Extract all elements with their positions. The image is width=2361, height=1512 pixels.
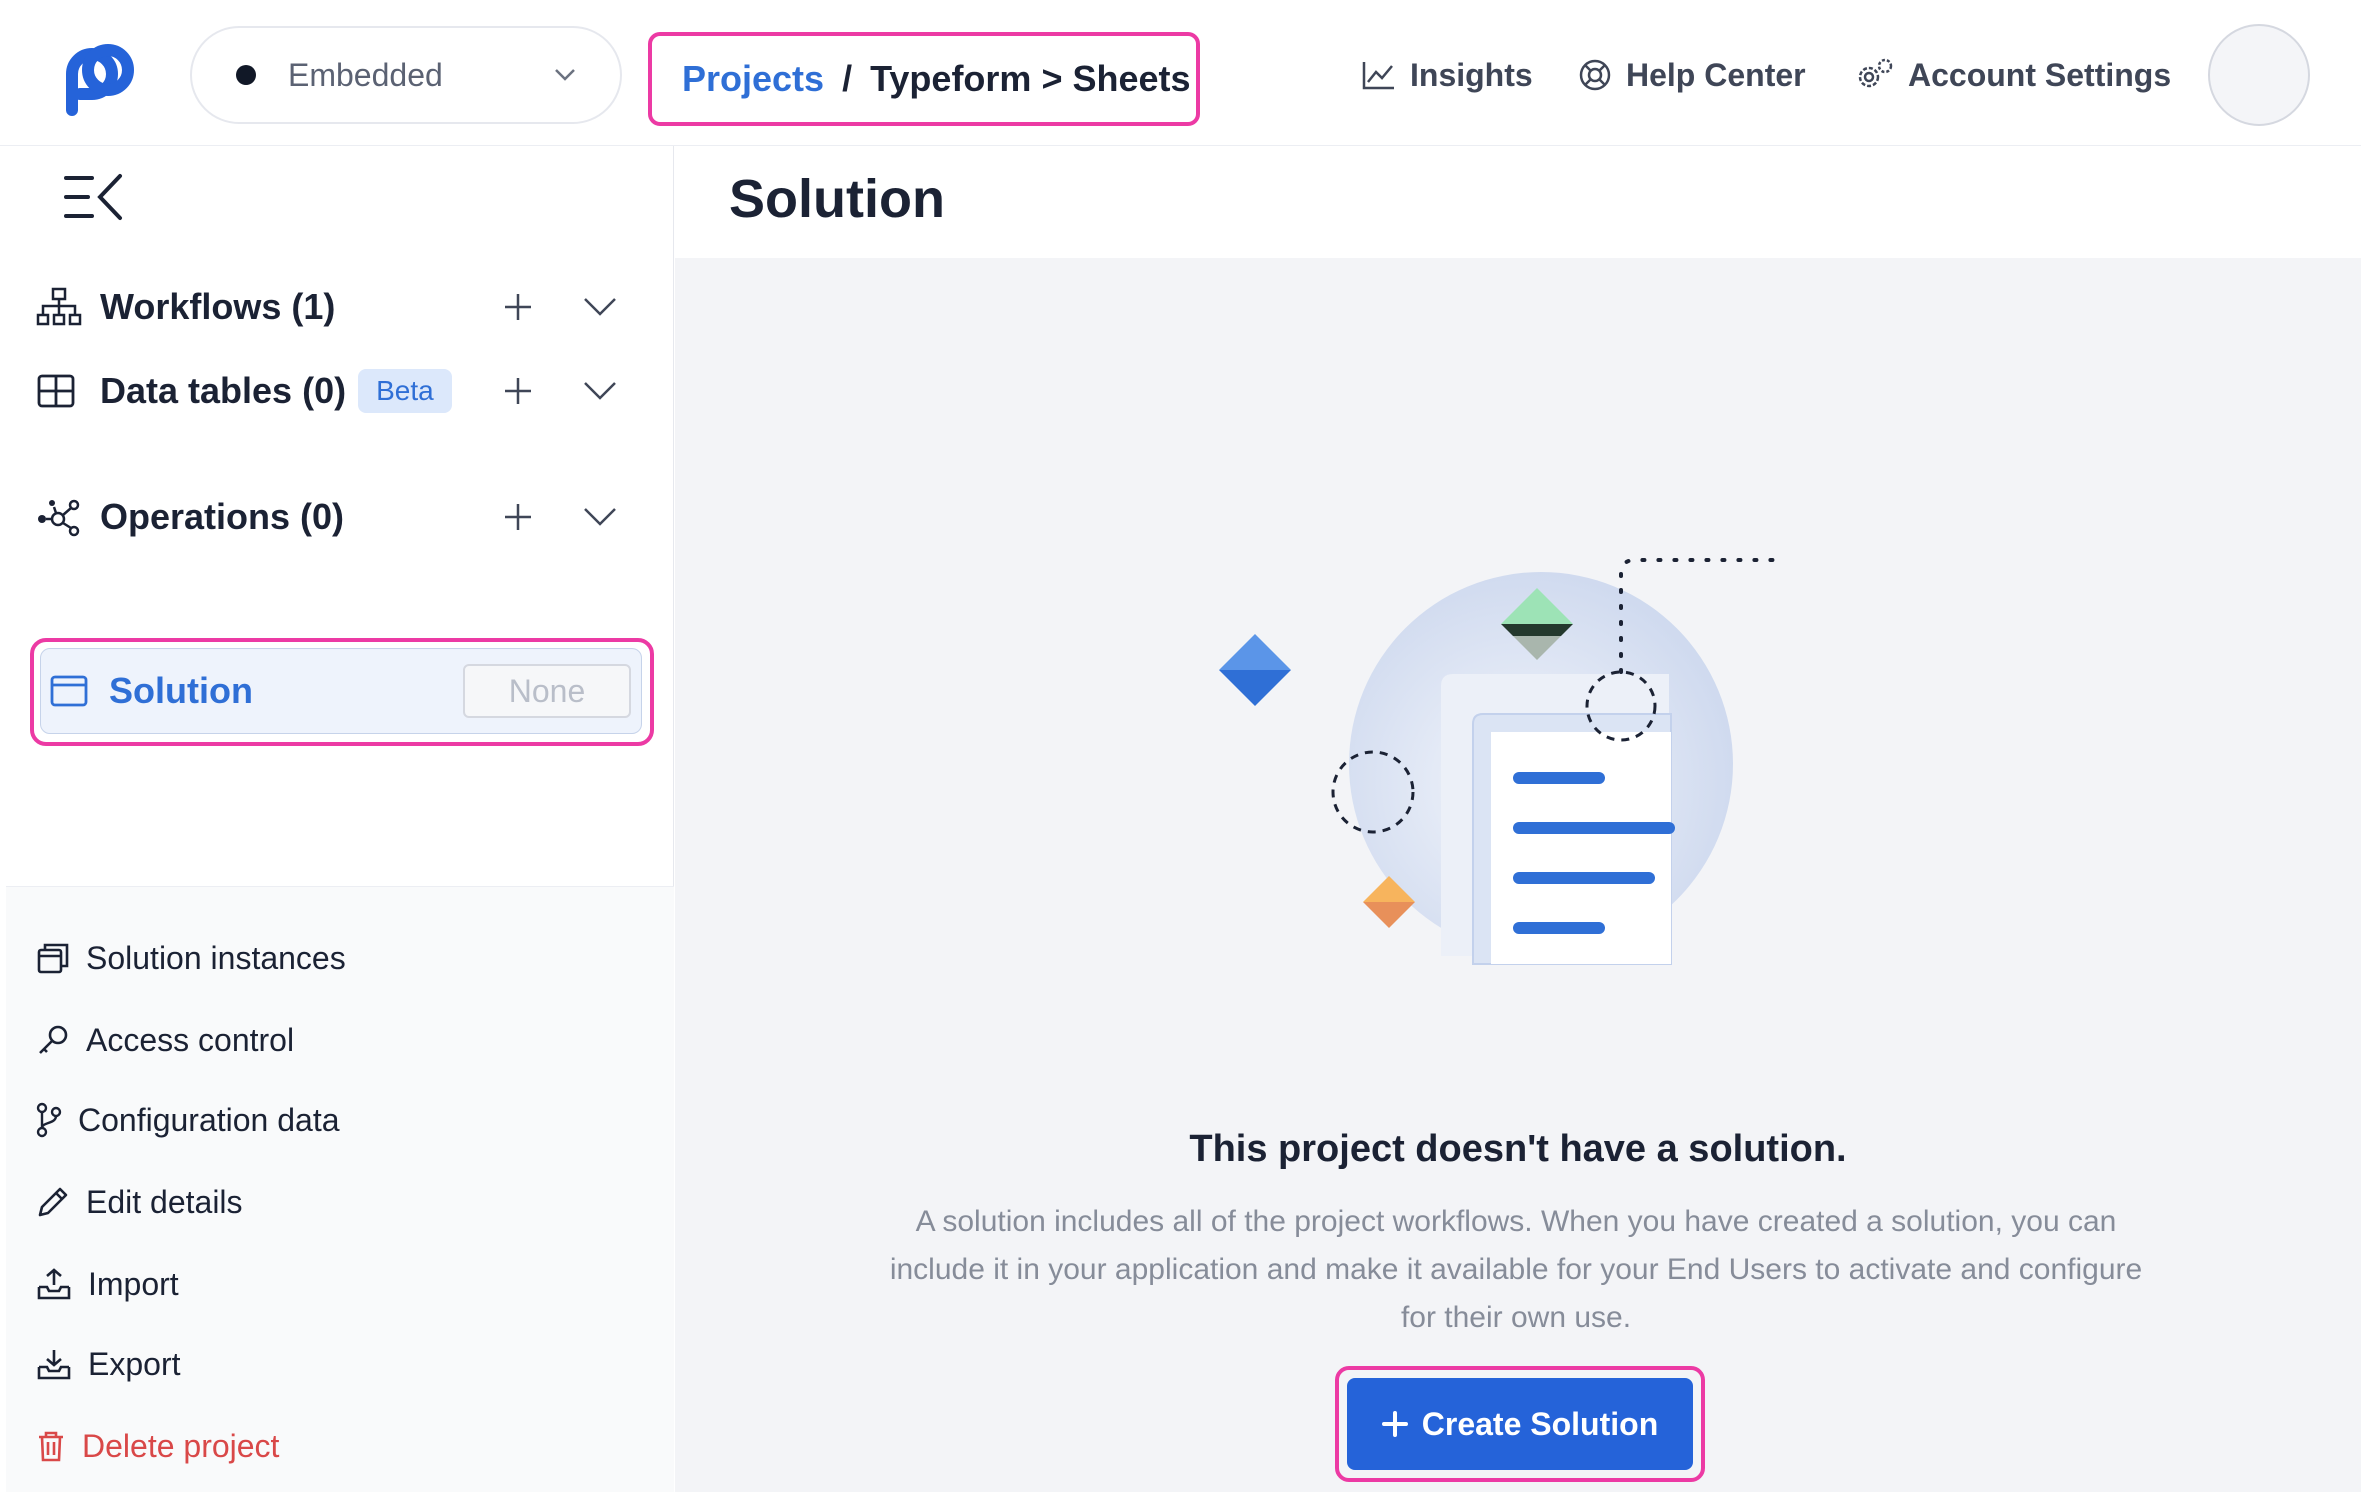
configuration-data-label: Configuration data — [78, 1101, 340, 1138]
app-root: Embedded Projects / Typeform > Sheets In… — [0, 0, 2361, 1512]
empty-state: This project doesn't have a solution. A … — [675, 258, 2361, 1492]
delete-project-link[interactable]: Delete project — [36, 1421, 279, 1471]
edit-details-link[interactable]: Edit details — [36, 1177, 243, 1227]
user-avatar[interactable] — [2208, 24, 2310, 126]
create-solution-highlight: Create Solution — [1335, 1366, 1705, 1482]
export-link[interactable]: Export — [36, 1339, 180, 1389]
create-solution-button[interactable]: Create Solution — [1347, 1378, 1693, 1470]
workflow-tree-icon — [36, 287, 82, 327]
environment-select[interactable]: Embedded — [190, 26, 622, 124]
sidebar-section-workflows[interactable]: Workflows (1) — [36, 272, 636, 342]
help-center-label: Help Center — [1626, 56, 1806, 93]
browser-window-icon — [50, 675, 88, 707]
app-logo[interactable] — [50, 38, 134, 116]
solution-instances-label: Solution instances — [86, 939, 346, 976]
solution-item-body: Solution None — [40, 648, 642, 734]
sidebar-project-actions: Solution instances Access control Config… — [6, 886, 674, 1492]
lifebuoy-icon — [1579, 59, 1611, 91]
create-solution-label: Create Solution — [1421, 1405, 1659, 1442]
empty-solution-illustration — [1219, 558, 1783, 965]
chevron-down-icon[interactable] — [582, 380, 618, 402]
chevron-down-icon — [555, 69, 575, 81]
chevron-down-icon[interactable] — [582, 506, 618, 528]
account-settings-link[interactable]: Account Settings — [1854, 40, 2171, 110]
main-header: Solution — [675, 146, 2361, 258]
environment-label: Embedded — [288, 56, 443, 93]
import-label: Import — [88, 1265, 179, 1302]
breadcrumb-projects-link[interactable]: Projects — [682, 58, 824, 100]
chevron-down-icon[interactable] — [582, 296, 618, 318]
empty-state-description: A solution includes all of the project w… — [889, 1205, 2143, 1334]
workflows-label: Workflows (1) — [100, 286, 336, 327]
page-title: Solution — [729, 169, 945, 229]
import-link[interactable]: Import — [36, 1259, 179, 1309]
breadcrumb-current-project: Typeform > Sheets — [870, 58, 1191, 99]
add-operation-icon[interactable] — [502, 501, 534, 533]
configuration-data-link[interactable]: Configuration data — [36, 1095, 340, 1145]
access-control-label: Access control — [86, 1021, 295, 1058]
download-tray-icon — [37, 1350, 71, 1380]
add-workflow-icon[interactable] — [502, 291, 534, 323]
key-icon — [39, 1025, 68, 1054]
beta-badge: Beta — [358, 369, 452, 413]
delete-project-label: Delete project — [82, 1427, 280, 1464]
environment-status-dot — [236, 65, 256, 85]
git-branch-icon — [36, 1102, 62, 1138]
collapse-sidebar-icon[interactable] — [62, 172, 126, 222]
breadcrumb: Projects / Typeform > Sheets — [648, 32, 1200, 126]
insights-label: Insights — [1410, 56, 1533, 93]
solution-label: Solution — [109, 670, 253, 711]
help-center-link[interactable]: Help Center — [1578, 40, 1806, 110]
sidebar-section-data-tables[interactable]: Data tables (0) Beta — [36, 356, 636, 426]
trash-icon — [39, 1431, 63, 1462]
sidebar-section-operations[interactable]: Operations (0) — [36, 482, 636, 552]
account-settings-label: Account Settings — [1908, 56, 2172, 93]
gear-icon — [1858, 58, 1893, 88]
solution-status-badge: None — [463, 664, 631, 718]
operations-nodes-icon — [36, 497, 82, 537]
empty-state-title: This project doesn't have a solution. — [1189, 1128, 1847, 1170]
solution-instances-link[interactable]: Solution instances — [36, 933, 346, 983]
add-data-table-icon[interactable] — [502, 375, 534, 407]
upload-tray-icon — [37, 1268, 71, 1300]
chart-line-icon — [1362, 62, 1394, 90]
operations-label: Operations (0) — [100, 496, 345, 537]
access-control-link[interactable]: Access control — [36, 1015, 294, 1065]
breadcrumb-separator: / — [842, 58, 853, 99]
top-bar: Embedded Projects / Typeform > Sheets In… — [0, 0, 2361, 146]
plus-icon — [1381, 1411, 1408, 1437]
edit-details-label: Edit details — [86, 1183, 243, 1220]
data-tables-label: Data tables (0) — [100, 370, 347, 411]
sidebar: Workflows (1) Data tables (0) Beta Opera… — [6, 146, 674, 1492]
sidebar-item-solution[interactable]: Solution None — [30, 638, 654, 746]
export-label: Export — [88, 1345, 181, 1382]
stacked-windows-icon — [37, 943, 69, 974]
pencil-icon — [38, 1187, 68, 1217]
insights-link[interactable]: Insights — [1362, 40, 1533, 110]
table-icon — [36, 371, 82, 411]
